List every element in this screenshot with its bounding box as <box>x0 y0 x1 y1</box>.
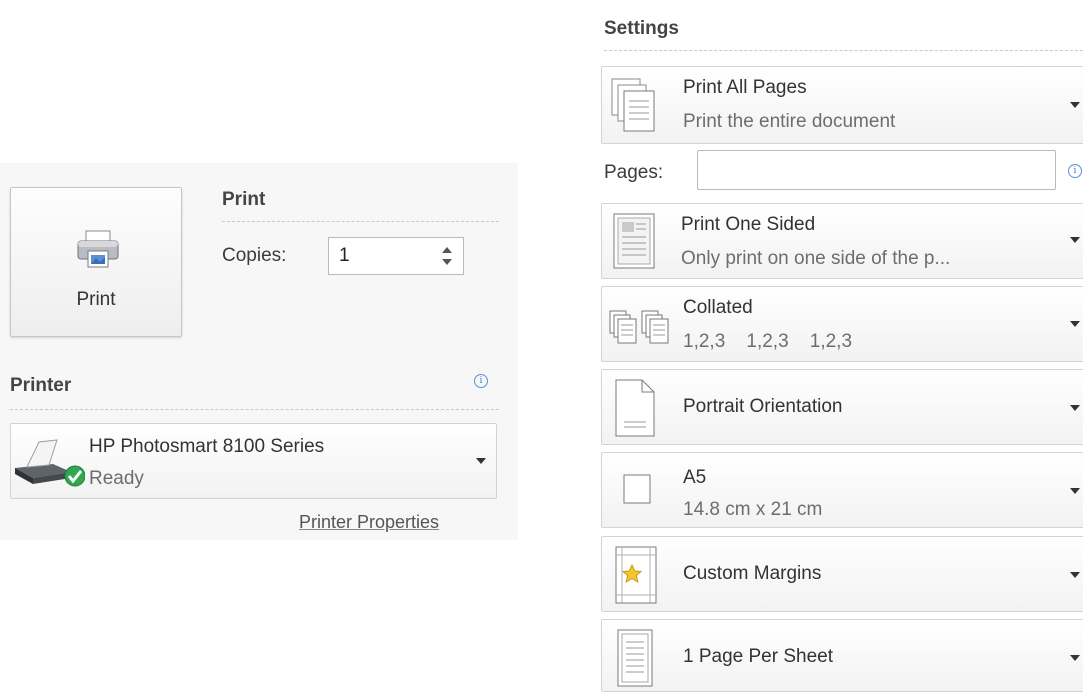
copies-spinbox[interactable]: 1 <box>328 237 464 275</box>
pages-stack-icon <box>611 78 655 132</box>
pages-input[interactable] <box>697 150 1056 190</box>
paper-size-sub: 14.8 cm x 21 cm <box>683 499 823 520</box>
chevron-down-icon <box>1070 572 1080 578</box>
sides-select[interactable]: Print One Sided Only print on one side o… <box>601 203 1083 279</box>
print-range-sub: Print the entire document <box>683 111 896 132</box>
printer-properties-link[interactable]: Printer Properties <box>299 512 439 533</box>
portrait-icon <box>615 379 655 437</box>
one-sided-icon <box>613 213 655 269</box>
sides-main: Print One Sided <box>681 214 816 235</box>
margins-icon <box>615 546 657 604</box>
print-range-main: Print All Pages <box>683 77 807 98</box>
copies-value: 1 <box>339 245 350 266</box>
printer-icon <box>77 230 119 268</box>
collation-select[interactable]: Collated 1,2,3 1,2,3 1,2,3 <box>601 286 1083 362</box>
sides-sub: Only print on one side of the p... <box>681 248 951 269</box>
pages-per-sheet-icon <box>617 629 653 687</box>
settings-title-divider <box>604 50 1083 51</box>
chevron-down-icon <box>1070 488 1080 494</box>
chevron-down-icon <box>1070 237 1080 243</box>
spinner-arrows-icon[interactable] <box>441 244 453 268</box>
printer-info-icon[interactable]: i <box>474 374 488 388</box>
chevron-down-icon <box>1070 655 1080 661</box>
print-button[interactable]: Print <box>10 187 182 337</box>
print-button-label: Print <box>76 289 116 310</box>
orientation-main: Portrait Orientation <box>683 396 843 417</box>
printer-title-divider <box>10 409 499 410</box>
printer-section-title: Printer <box>10 375 72 396</box>
paper-size-main: A5 <box>683 467 707 488</box>
collation-sub: 1,2,3 1,2,3 1,2,3 <box>683 331 853 352</box>
pages-label: Pages: <box>604 162 664 183</box>
print-title-divider <box>222 221 499 222</box>
margins-main: Custom Margins <box>683 563 822 584</box>
collated-icon <box>609 310 669 344</box>
margins-select[interactable]: Custom Margins <box>601 536 1083 612</box>
chevron-down-icon <box>476 458 486 464</box>
pages-per-sheet-select[interactable]: 1 Page Per Sheet <box>601 619 1083 692</box>
printer-select[interactable]: HP Photosmart 8100 Series Ready <box>10 423 497 499</box>
print-section-title: Print <box>222 189 266 210</box>
printer-ready-icon <box>15 439 85 487</box>
orientation-select[interactable]: Portrait Orientation <box>601 369 1083 445</box>
settings-title: Settings <box>604 18 679 39</box>
paper-size-select[interactable]: A5 14.8 cm x 21 cm <box>601 452 1083 528</box>
printer-status: Ready <box>89 468 144 489</box>
copies-label: Copies: <box>222 245 287 266</box>
pages-info-icon[interactable]: i <box>1068 164 1082 178</box>
chevron-down-icon <box>1070 321 1080 327</box>
pages-per-sheet-main: 1 Page Per Sheet <box>683 646 833 667</box>
chevron-down-icon <box>1070 102 1080 108</box>
print-range-select[interactable]: Print All Pages Print the entire documen… <box>601 66 1083 144</box>
collation-main: Collated <box>683 297 753 318</box>
printer-name: HP Photosmart 8100 Series <box>89 436 325 457</box>
paper-size-icon <box>623 474 651 504</box>
chevron-down-icon <box>1070 405 1080 411</box>
